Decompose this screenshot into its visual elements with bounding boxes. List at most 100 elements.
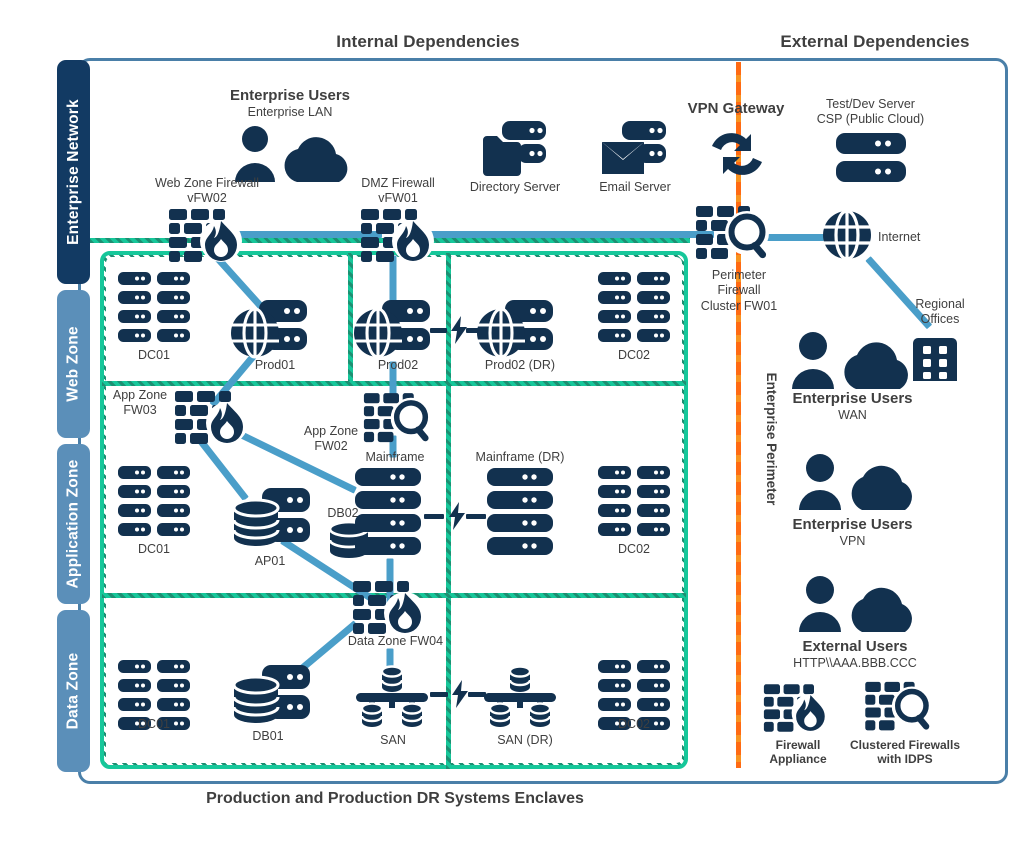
prod01-icon-wrap[interactable]	[231, 300, 307, 360]
datacenter-rack-icon	[118, 272, 190, 342]
database-server-icon	[232, 665, 310, 723]
san-icon-wrap[interactable]	[356, 665, 428, 729]
node-data-dc02-label: DC02	[618, 717, 650, 731]
node-db01-label: DB01	[252, 729, 284, 743]
mainframe-icon-wrap[interactable]	[355, 468, 421, 555]
clustered-firewall-idps-icon	[865, 681, 932, 731]
globe-icon	[823, 209, 871, 261]
node-subtitle: vFW02	[187, 191, 227, 206]
office-building-icon	[913, 338, 957, 381]
dmz-firewall-icon-wrap[interactable]	[360, 208, 436, 263]
server-stack-icon	[836, 133, 906, 182]
firewall-icon	[353, 581, 426, 634]
zone-tab-application-zone[interactable]: Application Zone	[57, 444, 90, 604]
node-web-zone-firewall[interactable]: Web Zone Firewall vFW02	[121, 176, 293, 207]
node-test-dev-server[interactable]: Test/Dev Server CSP (Public Cloud)	[778, 97, 963, 128]
node-enterprise-users-wan[interactable]: Enterprise Users WAN	[765, 390, 940, 423]
node-title: Test/Dev Server	[826, 97, 915, 111]
ap01-icon-wrap[interactable]	[232, 488, 310, 550]
node-app-zone-fw03[interactable]: App Zone FW03	[100, 388, 180, 419]
web-server-icon	[354, 300, 430, 359]
node-mainframe-dr-label: Mainframe (DR)	[475, 450, 565, 464]
legend-firewall-icon-wrap	[763, 683, 831, 733]
link-perimeter-internet	[766, 234, 824, 241]
regional-offices-icon-wrap[interactable]	[913, 335, 957, 381]
perimeter-firewall-icon-wrap[interactable]	[695, 205, 773, 263]
email-server-icon	[602, 121, 666, 174]
replication-dash-left-san	[430, 692, 448, 697]
legend-item-clustered-firewalls: Clustered Firewalls with IDPS	[840, 738, 970, 767]
external-dependencies-header: External Dependencies	[780, 32, 970, 51]
app-dc02-icon-wrap[interactable]	[598, 466, 670, 538]
replication-dash-left-mf	[424, 514, 444, 519]
web-dc01-icon-wrap[interactable]	[118, 272, 190, 344]
node-subtitle-2: Cluster FW01	[700, 298, 778, 313]
directory-server-icon-wrap[interactable]	[482, 120, 548, 178]
vpn-gateway-icon-wrap[interactable]	[706, 128, 768, 182]
node-app-dc01-label: DC01	[138, 542, 170, 556]
legend-subtitle: with IDPS	[877, 752, 933, 767]
mainframe-icon	[487, 468, 553, 555]
node-title: Perimeter	[711, 268, 767, 282]
node-title: Enterprise Users	[792, 390, 913, 407]
test-dev-server-icon-wrap[interactable]	[836, 133, 906, 183]
prod02-dr-icon-wrap[interactable]	[477, 300, 553, 360]
mainframe-dr-icon-wrap[interactable]	[487, 468, 553, 555]
link-vfw01-perimeter	[424, 231, 714, 238]
zone-tab-enterprise-network[interactable]: Enterprise Network	[57, 60, 90, 284]
clustered-firewall-idps-icon	[363, 393, 432, 443]
replication-dash-left	[430, 328, 447, 333]
node-title: App Zone	[303, 424, 359, 438]
legend-item-firewall-appliance: Firewall Appliance	[748, 738, 848, 767]
user-cloud-icon	[799, 576, 912, 632]
prod02-icon-wrap[interactable]	[354, 300, 430, 360]
legend-title: Firewall	[775, 738, 821, 752]
user-cloud-icon	[792, 332, 908, 389]
node-prod02-dr-label: Prod02 (DR)	[484, 358, 556, 372]
firewall-icon	[175, 391, 248, 444]
node-enterprise-users-vpn[interactable]: Enterprise Users VPN	[765, 516, 940, 549]
node-ap01-label: AP01	[254, 554, 286, 568]
firewall-icon	[169, 209, 242, 262]
node-external-users[interactable]: External Users HTTP\\AAA.BBB.CCC	[760, 638, 950, 671]
node-dmz-firewall[interactable]: DMZ Firewall vFW01	[318, 176, 478, 207]
node-perimeter-firewall[interactable]: Perimeter Firewall Cluster FW01	[684, 268, 794, 314]
firewall-icon	[361, 209, 434, 262]
diagram-caption: Production and Production DR Systems Enc…	[206, 790, 584, 807]
mainframe-icon	[355, 468, 421, 555]
db01-icon-wrap[interactable]	[232, 665, 310, 727]
enterprise-users-vpn-icon-wrap[interactable]	[790, 453, 920, 513]
node-enterprise-users-lan[interactable]: Enterprise Users Enterprise LAN	[200, 87, 380, 186]
node-san-label: SAN	[380, 733, 406, 747]
san-dr-icon-wrap[interactable]	[484, 665, 556, 729]
web-zone-firewall-icon-wrap[interactable]	[168, 208, 244, 263]
web-dc02-icon-wrap[interactable]	[598, 272, 670, 344]
email-server-icon-wrap[interactable]	[602, 120, 668, 178]
legend-title: Clustered Firewalls	[849, 738, 961, 752]
data-zone-fw04-icon-wrap[interactable]	[352, 580, 428, 635]
node-title: Enterprise Users	[792, 516, 913, 533]
external-users-icon-wrap[interactable]	[790, 575, 920, 635]
internet-icon-wrap[interactable]	[822, 209, 872, 261]
node-mainframe-label: Mainframe	[365, 450, 425, 464]
zone-tab-data-zone[interactable]: Data Zone	[57, 610, 90, 772]
database-server-icon	[232, 488, 310, 546]
node-internet-label: Internet	[878, 230, 921, 244]
node-regional-offices[interactable]: Regional Offices	[895, 297, 985, 328]
user-cloud-icon	[799, 454, 912, 510]
node-title: App Zone	[112, 388, 168, 402]
node-subtitle: Firewall	[717, 283, 761, 298]
app-dc01-icon-wrap[interactable]	[118, 466, 190, 538]
enclave-divider-vertical-1	[348, 253, 353, 383]
zone-tab-web-zone[interactable]: Web Zone	[57, 290, 90, 438]
san-icon	[484, 665, 556, 727]
node-web-dc02-label: DC02	[618, 348, 650, 362]
node-subtitle: WAN	[838, 408, 867, 422]
network-architecture-diagram: Internal Dependencies External Dependenc…	[0, 0, 1024, 843]
app-zone-fw03-icon-wrap[interactable]	[174, 390, 250, 445]
enterprise-users-wan-icon-wrap[interactable]	[782, 330, 918, 392]
legend-subtitle: Appliance	[769, 752, 827, 767]
node-web-dc01-label: DC01	[138, 348, 170, 362]
vpn-exchange-icon	[712, 133, 762, 175]
app-zone-fw02-icon-wrap[interactable]	[363, 392, 435, 446]
